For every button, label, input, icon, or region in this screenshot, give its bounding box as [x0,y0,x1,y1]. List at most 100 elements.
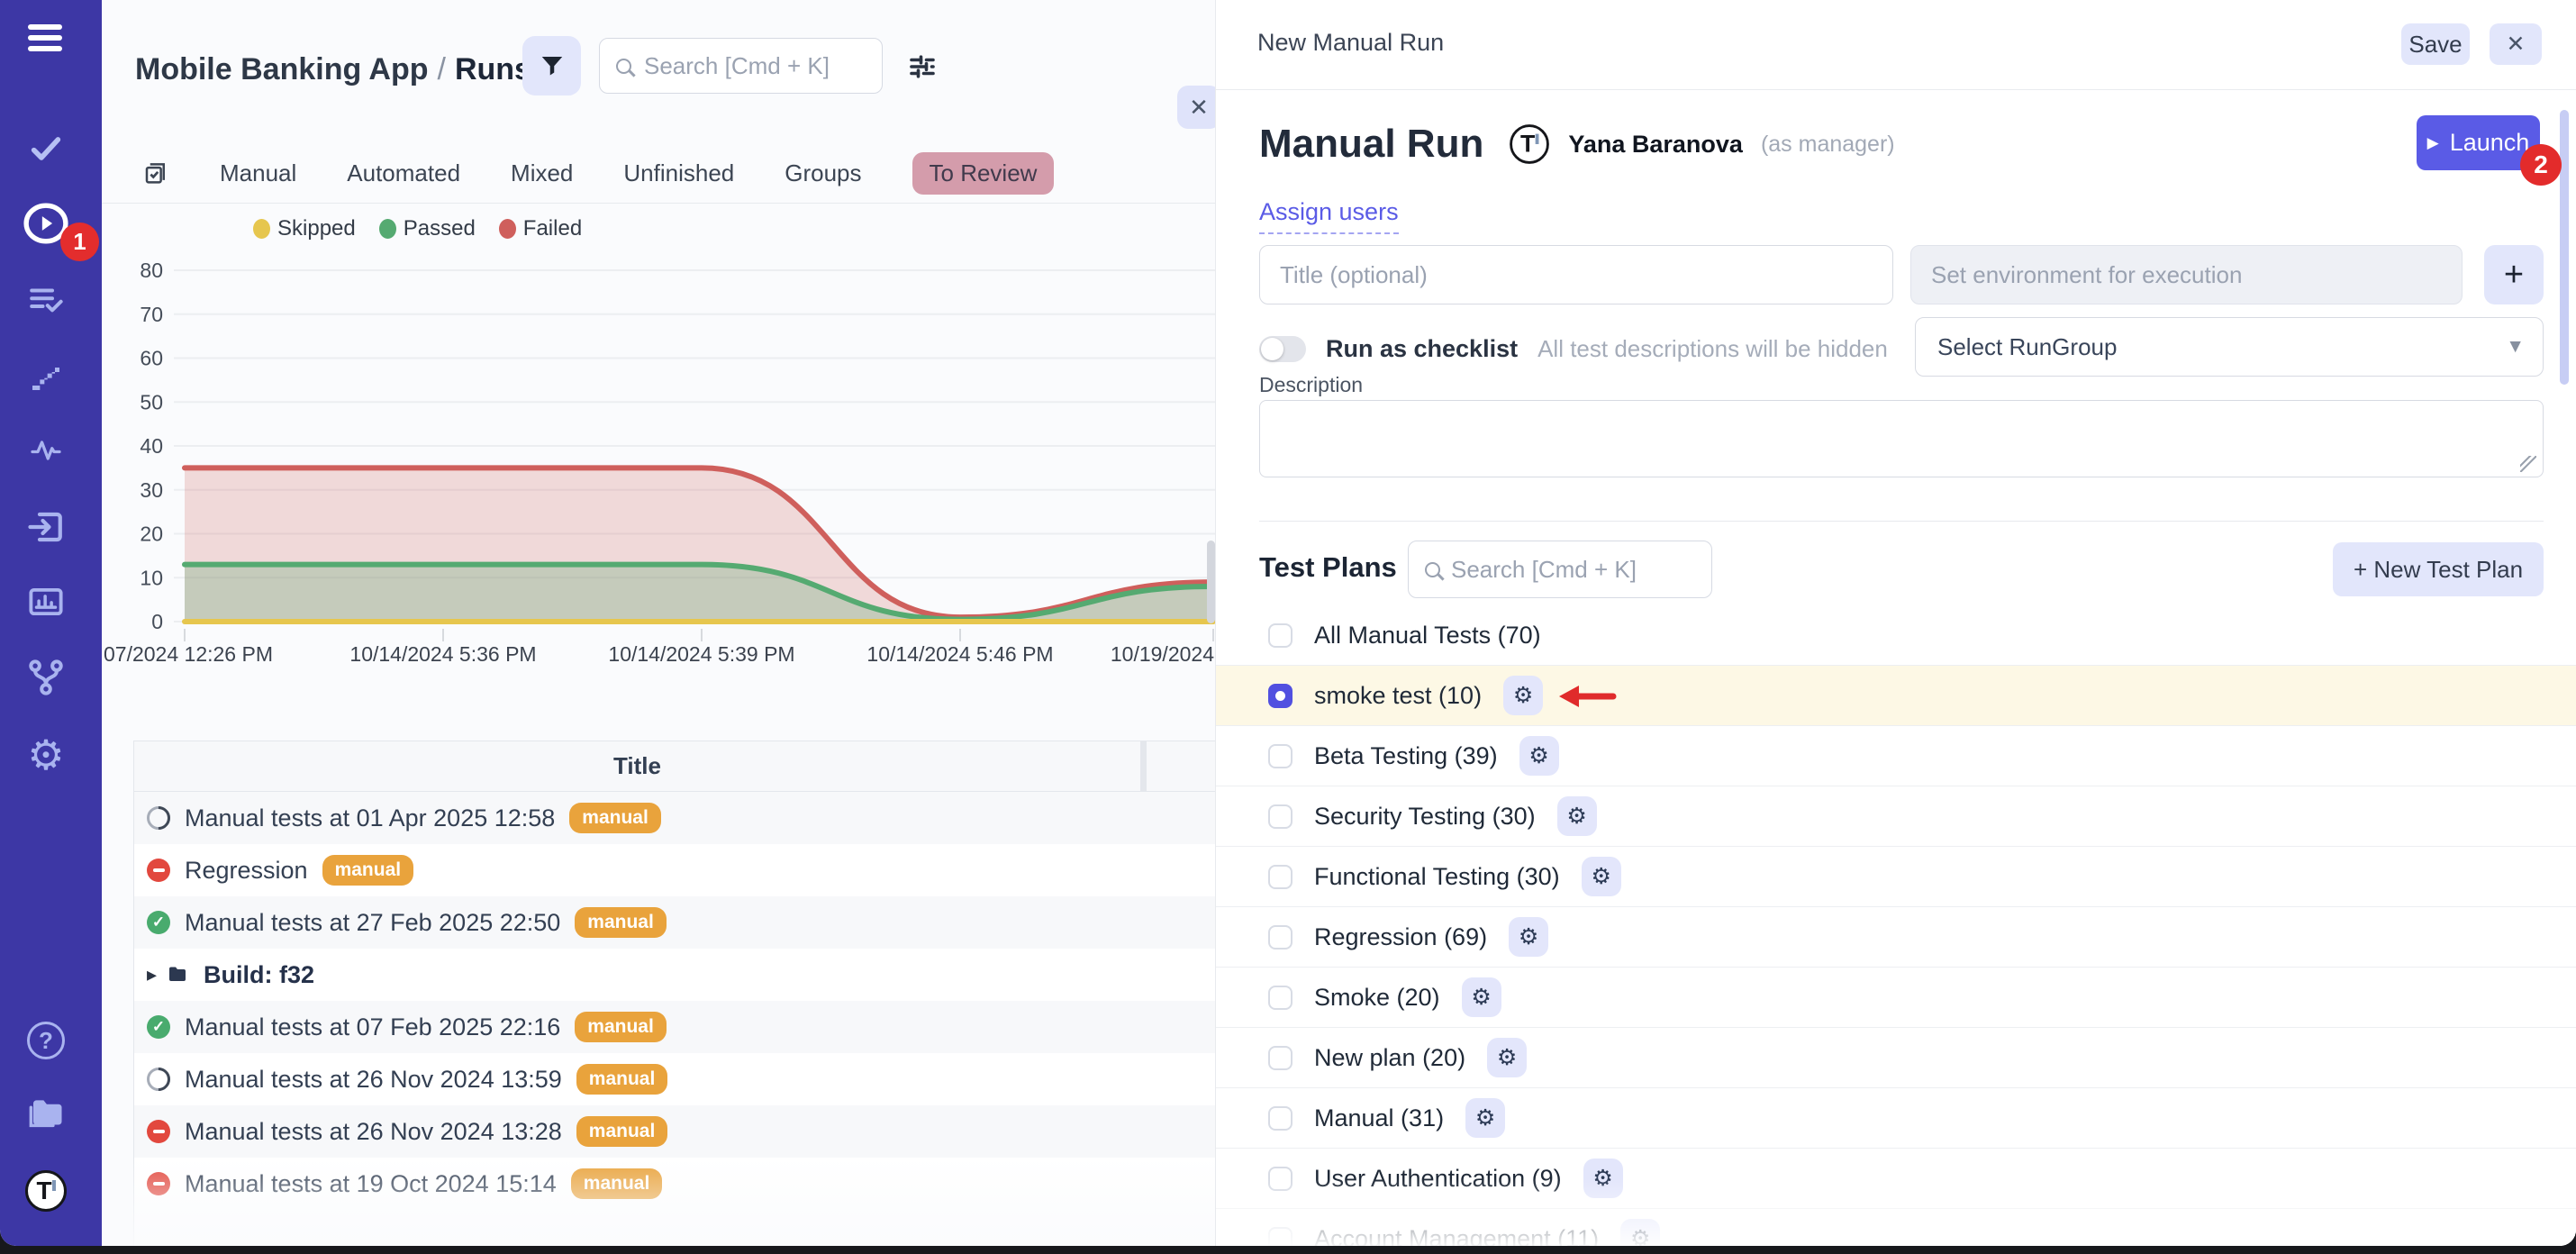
projects-folder-icon[interactable] [21,1090,71,1140]
run-title-input[interactable] [1259,245,1893,304]
status-passed-icon: ✓ [147,1015,170,1039]
menu-icon[interactable] [21,13,71,63]
close-runs-panel-button[interactable]: ✕ [1177,86,1216,129]
plan-checkbox[interactable] [1268,986,1293,1010]
environment-input[interactable] [1910,245,2463,304]
branch-icon[interactable] [21,652,71,703]
legend-passed: Passed [379,216,476,241]
table-row[interactable]: ✓ Manual tests at 27 Feb 2025 22:50 manu… [134,896,1215,949]
plan-checkbox[interactable] [1268,1227,1293,1247]
chart-canvas: 0102030405060708007/2024 12:26 PM10/14/2… [102,205,1216,674]
test-list-icon[interactable] [21,275,71,325]
run-title: Manual Run [1259,122,1483,167]
plan-settings-gear-icon[interactable]: ⚙ [1465,1098,1505,1138]
settings-gear-icon[interactable]: ⚙ [21,730,71,780]
filter-settings-icon[interactable] [906,50,939,83]
plan-settings-gear-icon[interactable]: ⚙ [1509,917,1548,957]
runs-panel: Mobile Banking App/Runs ✕ Manual Automat… [102,0,1216,1246]
table-row[interactable]: Regression manual [134,844,1215,896]
tab-manual[interactable]: Manual [220,159,296,187]
plan-checkbox[interactable] [1268,744,1293,768]
description-textarea[interactable] [1259,400,2544,477]
manager-avatar[interactable]: T [1510,124,1549,164]
table-row[interactable]: Manual tests at 26 Nov 2024 13:59 manual [134,1053,1215,1105]
left-panel-scrollbar[interactable] [1207,541,1215,623]
run-title-row: Manual Run T Yana Baranova (as manager) [1259,115,1895,173]
plan-checkbox[interactable] [1268,865,1293,889]
test-plan-row[interactable]: New plan (20) ⚙ [1216,1028,2576,1088]
runs-count-badge: 1 [60,223,99,261]
tab-mixed[interactable]: Mixed [511,159,573,187]
analytics-icon[interactable] [21,577,71,627]
plan-checkbox[interactable] [1268,623,1293,648]
filter-button[interactable] [522,36,581,95]
play-icon: ▶ [2427,134,2439,152]
manual-badge: manual [571,1168,663,1199]
plan-settings-gear-icon[interactable]: ⚙ [1583,1159,1623,1198]
svg-text:60: 60 [140,347,163,370]
logo-t-icon[interactable]: T [21,1166,71,1216]
svg-text:07/2024 12:26 PM: 07/2024 12:26 PM [104,642,273,666]
new-test-plan-button[interactable]: + New Test Plan [2333,542,2544,596]
rungroup-select[interactable]: Select RunGroup ▼ [1915,317,2544,377]
plan-settings-gear-icon[interactable]: ⚙ [1462,977,1501,1017]
expand-caret-icon[interactable]: ▸ [147,963,157,986]
check-icon[interactable] [21,123,71,174]
save-button[interactable]: Save [2401,23,2470,65]
test-plan-row[interactable]: Manual (31) ⚙ [1216,1088,2576,1149]
test-plan-row[interactable]: Account Management (11) ⚙ [1216,1209,2576,1246]
plan-settings-gear-icon[interactable]: ⚙ [1557,796,1597,836]
tab-groups[interactable]: Groups [785,159,861,187]
table-row[interactable]: Manual tests at 26 Nov 2024 13:28 manual [134,1105,1215,1158]
test-plan-row[interactable]: Beta Testing (39) ⚙ [1216,726,2576,786]
help-icon[interactable]: ? [21,1015,71,1066]
close-drawer-button[interactable]: ✕ [2490,23,2542,65]
table-row-folder[interactable]: ▸ Build: f32 [134,949,1215,1001]
run-as-checklist-toggle[interactable] [1259,336,1306,362]
table-row[interactable]: Manual tests at 19 Oct 2024 15:14 manual [134,1158,1215,1210]
test-plan-row-selected[interactable]: smoke test (10) ⚙ [1216,666,2576,726]
plan-settings-gear-icon[interactable]: ⚙ [1503,676,1543,715]
tab-automated[interactable]: Automated [347,159,460,187]
runs-header: Mobile Banking App/Runs ✕ [102,36,1215,117]
svg-text:10/14/2024 5:46 PM: 10/14/2024 5:46 PM [866,642,1053,666]
plan-checkbox-checked[interactable] [1268,684,1293,708]
test-plans-search-input[interactable] [1451,556,1695,584]
table-row[interactable]: ✓ Manual tests at 07 Feb 2025 22:16 manu… [134,1001,1215,1053]
test-plan-row[interactable]: User Authentication (9) ⚙ [1216,1149,2576,1209]
manual-badge: manual [576,1116,668,1147]
plan-settings-gear-icon[interactable]: ⚙ [1487,1038,1527,1077]
select-all-icon[interactable] [142,160,169,187]
assign-users-link[interactable]: Assign users [1259,198,1399,234]
legend-dot-skipped [253,219,270,239]
manual-badge: manual [575,1012,667,1042]
test-plan-row[interactable]: Smoke (20) ⚙ [1216,968,2576,1028]
runs-search-input[interactable] [644,52,866,80]
steps-icon[interactable] [21,351,71,402]
test-plan-row[interactable]: Regression (69) ⚙ [1216,907,2576,968]
plan-settings-gear-icon[interactable]: ⚙ [1582,857,1621,896]
test-plan-row[interactable]: Functional Testing (30) ⚙ [1216,847,2576,907]
legend-dot-passed [379,219,396,239]
funnel-icon [539,52,566,79]
plan-checkbox[interactable] [1268,804,1293,829]
plan-settings-gear-icon[interactable]: ⚙ [1519,736,1559,776]
add-environment-button[interactable]: + [2484,245,2544,304]
status-in-progress-icon [147,806,170,830]
plan-settings-gear-icon[interactable]: ⚙ [1620,1219,1660,1246]
pulse-icon[interactable] [21,425,71,476]
svg-text:10: 10 [140,566,163,589]
breadcrumb-project[interactable]: Mobile Banking App [135,52,429,86]
test-plan-row[interactable]: All Manual Tests (70) [1216,605,2576,666]
drawer-scrollbar[interactable] [2560,110,2569,385]
table-row[interactable]: Manual tests at 01 Apr 2025 12:58 manual [134,792,1215,844]
import-icon[interactable] [21,502,71,552]
tab-to-review[interactable]: To Review [912,152,1055,195]
plan-checkbox[interactable] [1268,1046,1293,1070]
plan-checkbox[interactable] [1268,1106,1293,1131]
plan-checkbox[interactable] [1268,925,1293,950]
column-title[interactable]: Title [134,741,1147,791]
plan-checkbox[interactable] [1268,1167,1293,1191]
tab-unfinished[interactable]: Unfinished [623,159,734,187]
test-plan-row[interactable]: Security Testing (30) ⚙ [1216,786,2576,847]
